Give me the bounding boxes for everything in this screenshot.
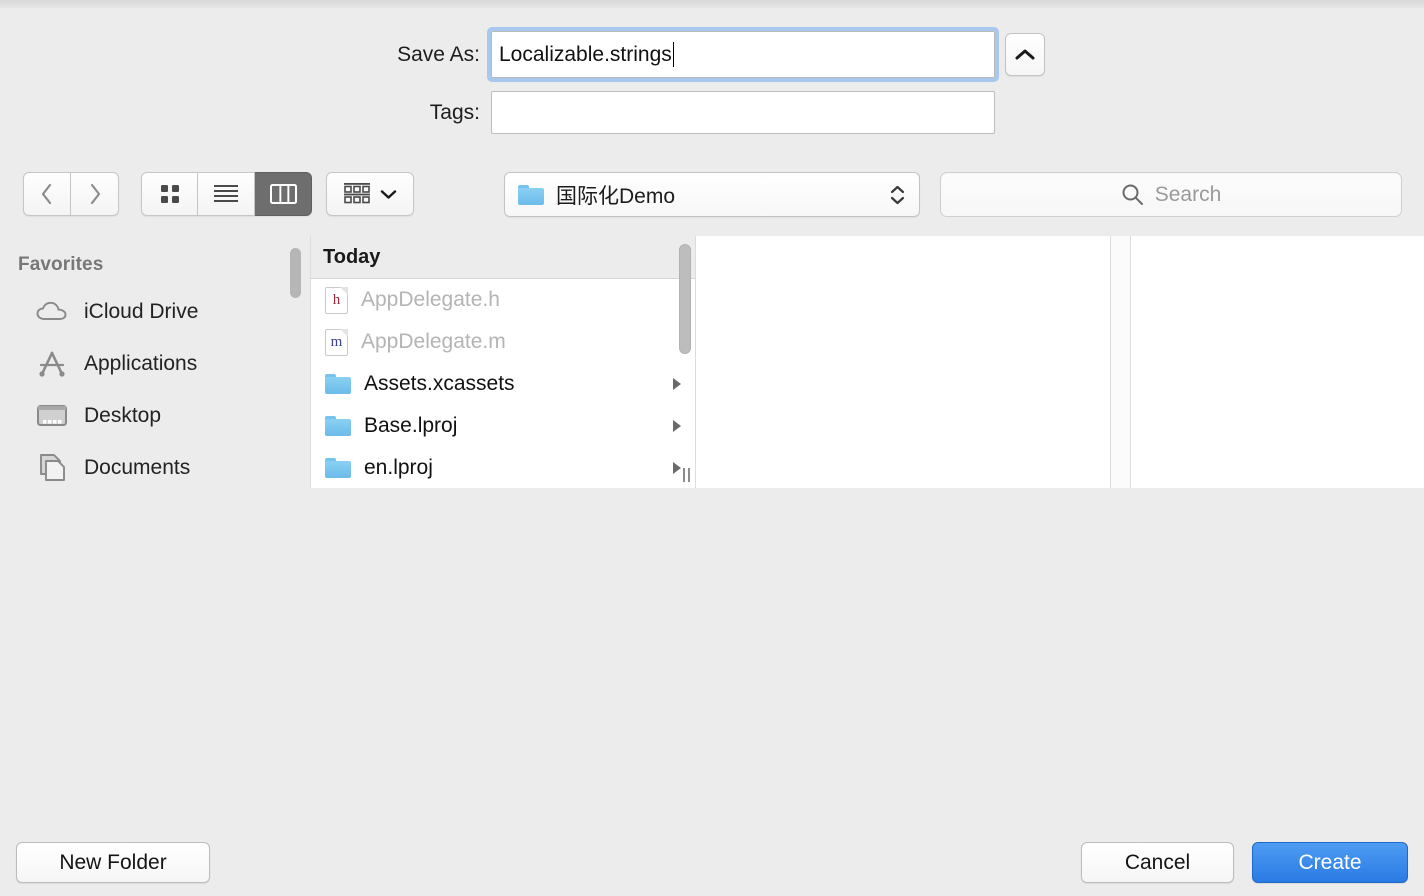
icon-view-icon	[160, 185, 179, 203]
create-button[interactable]: Create	[1252, 842, 1408, 883]
tags-input[interactable]	[491, 91, 995, 134]
text-caret	[672, 42, 675, 67]
folder-icon	[325, 416, 351, 436]
expand-collapse-button[interactable]	[1005, 33, 1045, 76]
sidebar-scrollbar-thumb[interactable]	[290, 248, 301, 298]
file-row[interactable]: m AppDelegate.m	[311, 321, 695, 363]
column-view-button[interactable]	[255, 172, 312, 216]
arrange-by-button[interactable]	[326, 172, 414, 216]
save-dialog: Save As: Localizable.strings Tags: 国际化De…	[0, 0, 1424, 896]
search-placeholder: Search	[1154, 182, 1222, 206]
tags-label: Tags:	[429, 100, 480, 124]
sidebar-item-icloud-drive[interactable]: iCloud Drive	[0, 286, 310, 338]
save-as-field-wrap: Localizable.strings	[487, 27, 999, 82]
dialog-footer: New Folder Cancel Create	[0, 828, 1424, 896]
sidebar-header: Favorites	[18, 254, 104, 275]
cloud-icon	[36, 301, 67, 320]
path-popup-label: 国际化Demo	[556, 184, 676, 208]
save-as-value: Localizable.strings	[499, 42, 672, 66]
applications-icon	[39, 351, 65, 377]
accessory-panel: Group 国际化Demo Targets	[0, 488, 1424, 828]
folder-icon	[325, 374, 351, 394]
file-browser: Favorites iCloud Drive Applications Desk…	[0, 236, 1424, 488]
save-as-row: Save As: Localizable.strings	[368, 27, 999, 82]
column-view-icon	[269, 184, 297, 204]
list-view-button[interactable]	[198, 172, 255, 216]
sidebar-item-documents[interactable]: Documents	[0, 442, 310, 488]
browser-column-3[interactable]	[1110, 236, 1130, 488]
arrange-by-icon	[344, 183, 370, 204]
list-view-icon	[214, 185, 238, 202]
file-row[interactable]: en.lproj	[311, 447, 695, 488]
nav-button-group	[23, 172, 119, 216]
documents-icon	[40, 454, 65, 481]
sidebar-item-label: Documents	[84, 456, 191, 479]
forward-button[interactable]	[71, 172, 119, 216]
cancel-button[interactable]: Cancel	[1081, 842, 1234, 883]
tags-row: Tags:	[368, 91, 995, 134]
file-row[interactable]: Base.lproj	[311, 405, 695, 447]
save-as-label: Save As:	[397, 42, 480, 66]
disclosure-triangle-icon[interactable]	[671, 460, 683, 476]
file-row[interactable]: h AppDelegate.h	[311, 279, 695, 321]
browser-column-1: Today h AppDelegate.h m AppDelegate.m As…	[310, 236, 695, 488]
back-button[interactable]	[23, 172, 71, 216]
file-name: Assets.xcassets	[364, 372, 515, 395]
browser-column-2[interactable]	[695, 236, 1110, 488]
browser-column-4[interactable]	[1130, 236, 1424, 488]
sidebar: Favorites iCloud Drive Applications Desk…	[0, 236, 310, 488]
file-group-header: Today	[311, 236, 695, 279]
source-file-icon: m	[325, 328, 348, 356]
sidebar-item-applications[interactable]: Applications	[0, 338, 310, 390]
sidebar-item-label: Applications	[84, 352, 198, 375]
sidebar-item-label: iCloud Drive	[84, 300, 199, 323]
view-mode-group	[141, 172, 312, 216]
new-folder-button[interactable]: New Folder	[16, 842, 210, 883]
column-scrollbar-thumb[interactable]	[679, 244, 691, 354]
disclosure-triangle-icon[interactable]	[671, 376, 683, 392]
folder-icon	[325, 458, 351, 478]
chevron-down-icon	[380, 189, 397, 199]
header-file-icon: h	[325, 286, 348, 314]
disclosure-triangle-icon[interactable]	[671, 418, 683, 434]
sidebar-item-label: Desktop	[84, 404, 162, 427]
column-resize-grip[interactable]	[683, 468, 690, 482]
search-icon	[1122, 184, 1143, 205]
file-name: en.lproj	[364, 456, 433, 479]
search-field[interactable]: Search	[940, 172, 1402, 217]
browser-toolbar: 国际化Demo Search	[0, 170, 1424, 220]
save-as-input[interactable]: Localizable.strings	[491, 31, 995, 78]
folder-icon	[518, 184, 544, 205]
path-popup-button[interactable]: 国际化Demo	[504, 172, 920, 217]
file-name: Base.lproj	[364, 414, 458, 437]
title-bar-strip	[0, 0, 1424, 8]
file-name: AppDelegate.m	[361, 330, 506, 353]
file-name: AppDelegate.h	[361, 288, 500, 311]
chevron-up-icon	[1015, 49, 1035, 60]
stepper-arrows-icon	[890, 185, 905, 205]
icon-view-button[interactable]	[141, 172, 198, 216]
desktop-icon	[37, 405, 67, 426]
file-row[interactable]: Assets.xcassets	[311, 363, 695, 405]
sidebar-item-desktop[interactable]: Desktop	[0, 390, 310, 442]
chevron-left-icon	[41, 183, 52, 205]
chevron-right-icon	[90, 183, 100, 205]
